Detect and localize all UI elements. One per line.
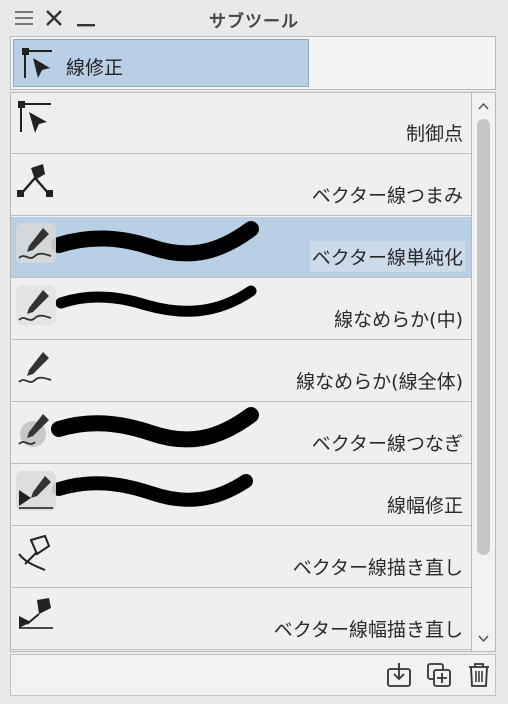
smooth-line-icon — [15, 284, 57, 326]
pinch-vector-line-icon — [15, 160, 57, 202]
subtool-item-smooth-line-whole[interactable]: 線なめらか(線全体) — [11, 341, 471, 402]
subtool-item-pinch-vector-line[interactable]: ベクター線つまみ — [11, 155, 471, 216]
subtool-item-label: 線幅修正 — [386, 495, 463, 517]
simplify-vector-line-icon — [15, 222, 57, 264]
redraw-vector-line-width-icon — [15, 594, 57, 636]
smooth-line-icon — [15, 346, 57, 388]
connect-vector-line-icon — [15, 408, 57, 450]
group-tab-correct-line[interactable]: 線修正 — [13, 39, 309, 87]
subtool-item-label: ベクター線つなぎ — [311, 433, 463, 455]
title-bar: サブツール — [0, 0, 508, 34]
subtool-item-simplify-vector-line[interactable]: ベクター線単純化 — [11, 217, 471, 278]
subtool-item-redraw-vector-line[interactable]: ベクター線描き直し — [11, 527, 471, 588]
correct-line-icon — [22, 48, 52, 78]
subtool-group-area: 線修正 — [10, 36, 496, 90]
import-icon[interactable] — [385, 661, 413, 689]
subtool-list: 制御点 ベクター線つまみ ベクター線単純化 線なめらか(中) 線なめらか(線全体… — [10, 92, 472, 652]
list-scrollbar[interactable] — [472, 92, 496, 652]
panel-title: サブツール — [209, 12, 299, 32]
redraw-vector-line-icon — [15, 532, 57, 574]
brush-stroke-preview — [52, 474, 253, 507]
duplicate-icon[interactable] — [425, 661, 453, 689]
subtool-item-redraw-vector-line-width[interactable]: ベクター線幅描き直し — [11, 589, 471, 650]
brush-stroke-preview — [51, 221, 259, 262]
subtool-item-control-point[interactable]: 制御点 — [11, 93, 471, 154]
redraw-line-width-icon — [15, 470, 57, 512]
scroll-down-icon[interactable] — [472, 627, 495, 649]
control-point-icon — [15, 98, 57, 140]
subtool-item-label: ベクター線幅描き直し — [273, 619, 463, 641]
scrollbar-thumb[interactable] — [477, 119, 490, 555]
scroll-up-icon[interactable] — [472, 95, 495, 117]
delete-icon[interactable] — [465, 661, 493, 689]
group-tab-label: 線修正 — [66, 57, 124, 79]
subtool-item-correct-line-width[interactable]: 線幅修正 — [11, 465, 471, 526]
brush-stroke-preview — [55, 285, 257, 317]
brush-stroke-preview — [51, 407, 259, 448]
subtool-item-label: 線なめらか(線全体) — [296, 371, 463, 393]
subtool-item-label: 線なめらか(中) — [334, 309, 463, 331]
subtool-footer-bar — [10, 654, 496, 696]
subtool-item-label: ベクター線描き直し — [292, 557, 463, 579]
subtool-item-smooth-line-medium[interactable]: 線なめらか(中) — [11, 279, 471, 340]
subtool-item-label: ベクター線単純化 — [309, 241, 465, 272]
subtool-item-label: 制御点 — [405, 123, 463, 145]
subtool-item-label: ベクター線つまみ — [311, 185, 463, 207]
subtool-item-connect-vector-line[interactable]: ベクター線つなぎ — [11, 403, 471, 464]
